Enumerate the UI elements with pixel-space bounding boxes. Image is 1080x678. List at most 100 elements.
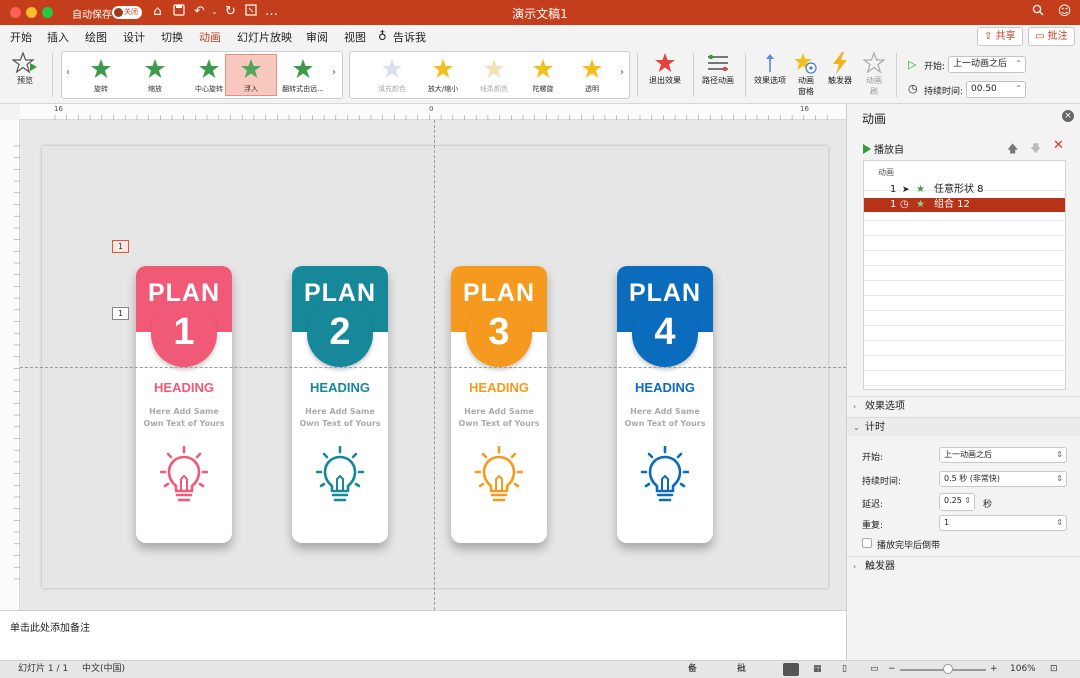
triggers-section[interactable]: › 触发器	[847, 556, 1080, 575]
plan-title: PLAN	[628, 279, 702, 307]
list-item[interactable]: 1 ◷ ★ 组合 12	[864, 198, 1065, 212]
effect-flip-from-far[interactable]: 翻转式由远...	[275, 54, 331, 96]
close-icon[interactable]: ×	[1062, 110, 1074, 122]
start-label: 开始:	[924, 62, 946, 72]
tab-view[interactable]: 视图	[344, 29, 366, 45]
plan-card-4[interactable]: PLAN 4 HEADING Here Add Same Own Text of …	[617, 266, 713, 543]
motion-paths-button[interactable]: 路径动画	[699, 51, 737, 86]
horizontal-ruler: 16 0 16	[20, 104, 846, 120]
plan-card-1[interactable]: PLAN 1 HEADING Here Add Same Own Text of …	[136, 266, 232, 543]
home-icon[interactable]: ⌂	[150, 4, 165, 20]
reading-view-icon[interactable]: ▯	[842, 661, 847, 678]
tab-design[interactable]: 设计	[123, 29, 145, 45]
move-down-icon[interactable]: 🡇	[1030, 140, 1041, 159]
autosave-toggle[interactable]: 关闭	[112, 6, 142, 19]
search-icon[interactable]	[1030, 4, 1045, 20]
format-painter-icon[interactable]	[243, 4, 258, 20]
undo-icon[interactable]: ↶	[192, 4, 207, 20]
effect-transparency[interactable]: 透明	[566, 54, 618, 96]
effect-spin[interactable]: 旋转	[75, 54, 127, 96]
animation-order-tag[interactable]: 1	[112, 240, 129, 253]
smiley-feedback-icon[interactable]: ☺	[1057, 4, 1072, 20]
undo-dropdown-icon[interactable]: ⌄	[207, 4, 222, 20]
star-icon	[382, 59, 402, 78]
green-star-icon: ★	[916, 184, 925, 195]
zoom-level[interactable]: 106%	[1010, 661, 1036, 678]
list-item[interactable]: 1 ➤ ★ 任意形状 8	[864, 183, 1065, 197]
animation-pane-button[interactable]: 动画 窗格	[791, 51, 821, 97]
autosave-label: 自动保存	[72, 10, 112, 21]
tell-me-search[interactable]: 告诉我	[393, 29, 426, 45]
timing-duration-select[interactable]: 0.5 秒 (非常快)	[939, 471, 1067, 487]
gallery-right-arrow[interactable]: ›	[620, 67, 624, 78]
horizontal-guide[interactable]	[20, 367, 846, 368]
language-indicator[interactable]: 中文(中国)	[82, 661, 125, 678]
card-heading: HEADING	[635, 380, 695, 395]
timing-start-select[interactable]: 上一动画之后	[939, 447, 1067, 463]
animation-painter-button[interactable]: 动画刷	[859, 51, 889, 97]
effect-fill-color[interactable]: 填充颜色	[366, 54, 418, 96]
save-icon[interactable]	[171, 4, 186, 20]
animation-list: 动画 1 ➤ ★ 任意形状 8 1 ◷ ★ 组合 12	[863, 160, 1066, 390]
zoom-window-button[interactable]	[42, 7, 53, 18]
green-star-icon	[199, 59, 219, 78]
exit-effects-button[interactable]: 退出效果	[643, 51, 687, 86]
fit-to-window-icon[interactable]: ⊡	[1050, 661, 1058, 678]
effect-float-in[interactable]: 浮入	[225, 54, 277, 96]
plan-card-2[interactable]: PLAN 2 HEADING Here Add Same Own Text of …	[292, 266, 388, 543]
share-button[interactable]: ⇪ 共享	[977, 27, 1023, 46]
gallery-left-arrow[interactable]: ‹	[66, 67, 70, 78]
timing-section[interactable]: ⌄ 计时	[847, 417, 1080, 436]
rewind-checkbox[interactable]	[862, 538, 872, 548]
clock-icon: ◷	[908, 82, 918, 95]
chevron-right-icon: ›	[853, 402, 857, 411]
tab-insert[interactable]: 插入	[47, 29, 69, 45]
vertical-guide[interactable]	[434, 120, 435, 610]
zoom-in-icon[interactable]: +	[990, 661, 998, 678]
notes-pane[interactable]: 单击此处添加备注	[0, 610, 846, 660]
gallery-right-arrow[interactable]: ›	[332, 67, 336, 78]
animation-order-tag[interactable]: 1	[112, 307, 129, 320]
vertical-ruler	[0, 120, 20, 610]
effect-grow-shrink[interactable]: 放大/缩小	[417, 54, 469, 96]
plan-card-3[interactable]: PLAN 3 HEADING Here Add Same Own Text of …	[451, 266, 547, 543]
tab-transitions[interactable]: 切换	[161, 29, 183, 45]
start-dropdown[interactable]: 上一动画之后	[948, 56, 1026, 73]
effect-zoom[interactable]: 缩放	[129, 54, 181, 96]
star-outline-icon	[12, 51, 37, 74]
repeat-select[interactable]: 1	[939, 515, 1067, 531]
delete-icon[interactable]: ✕	[1053, 138, 1064, 153]
effect-options-button[interactable]: 效果选项	[752, 51, 788, 86]
effect-options-section[interactable]: › 效果选项	[847, 396, 1080, 415]
normal-view-button[interactable]	[783, 663, 799, 676]
green-star-icon	[293, 59, 313, 78]
zoom-out-icon[interactable]: −	[888, 661, 896, 678]
yellow-star-icon	[533, 59, 553, 78]
move-up-icon[interactable]: 🡅	[1007, 140, 1018, 159]
effect-spinner[interactable]: 陀螺旋	[517, 54, 569, 96]
tab-slideshow[interactable]: 幻灯片放映	[237, 29, 292, 45]
effect-line-color[interactable]: 线条颜色	[468, 54, 520, 96]
minimize-window-button[interactable]	[26, 7, 37, 18]
tab-draw[interactable]: 绘图	[85, 29, 107, 45]
comments-button[interactable]: ▭ 批注	[1028, 27, 1075, 46]
up-arrow-icon	[766, 54, 774, 72]
slideshow-icon[interactable]: ▭	[870, 661, 879, 678]
duration-stepper[interactable]: 00.50	[966, 81, 1026, 98]
trigger-button[interactable]: 触发器	[823, 51, 857, 86]
play-from-button[interactable]: 播放自	[863, 141, 904, 156]
preview-button[interactable]: 预览	[6, 51, 44, 86]
slide-sorter-icon[interactable]: ▦	[813, 661, 822, 678]
clock-icon: ◷	[900, 199, 909, 210]
lightbulb-icon	[475, 446, 523, 502]
more-icon[interactable]: …	[264, 4, 279, 20]
tab-animations[interactable]: 动画	[199, 29, 221, 49]
delay-stepper[interactable]: 0.25	[939, 493, 975, 511]
redo-icon[interactable]: ↻	[223, 4, 238, 20]
close-window-button[interactable]	[10, 7, 21, 18]
plan-number: 1	[173, 311, 195, 353]
tab-home[interactable]: 开始	[10, 29, 32, 45]
animation-painter-icon	[862, 51, 886, 74]
tab-review[interactable]: 审阅	[306, 29, 328, 45]
zoom-slider-handle[interactable]	[943, 664, 953, 674]
